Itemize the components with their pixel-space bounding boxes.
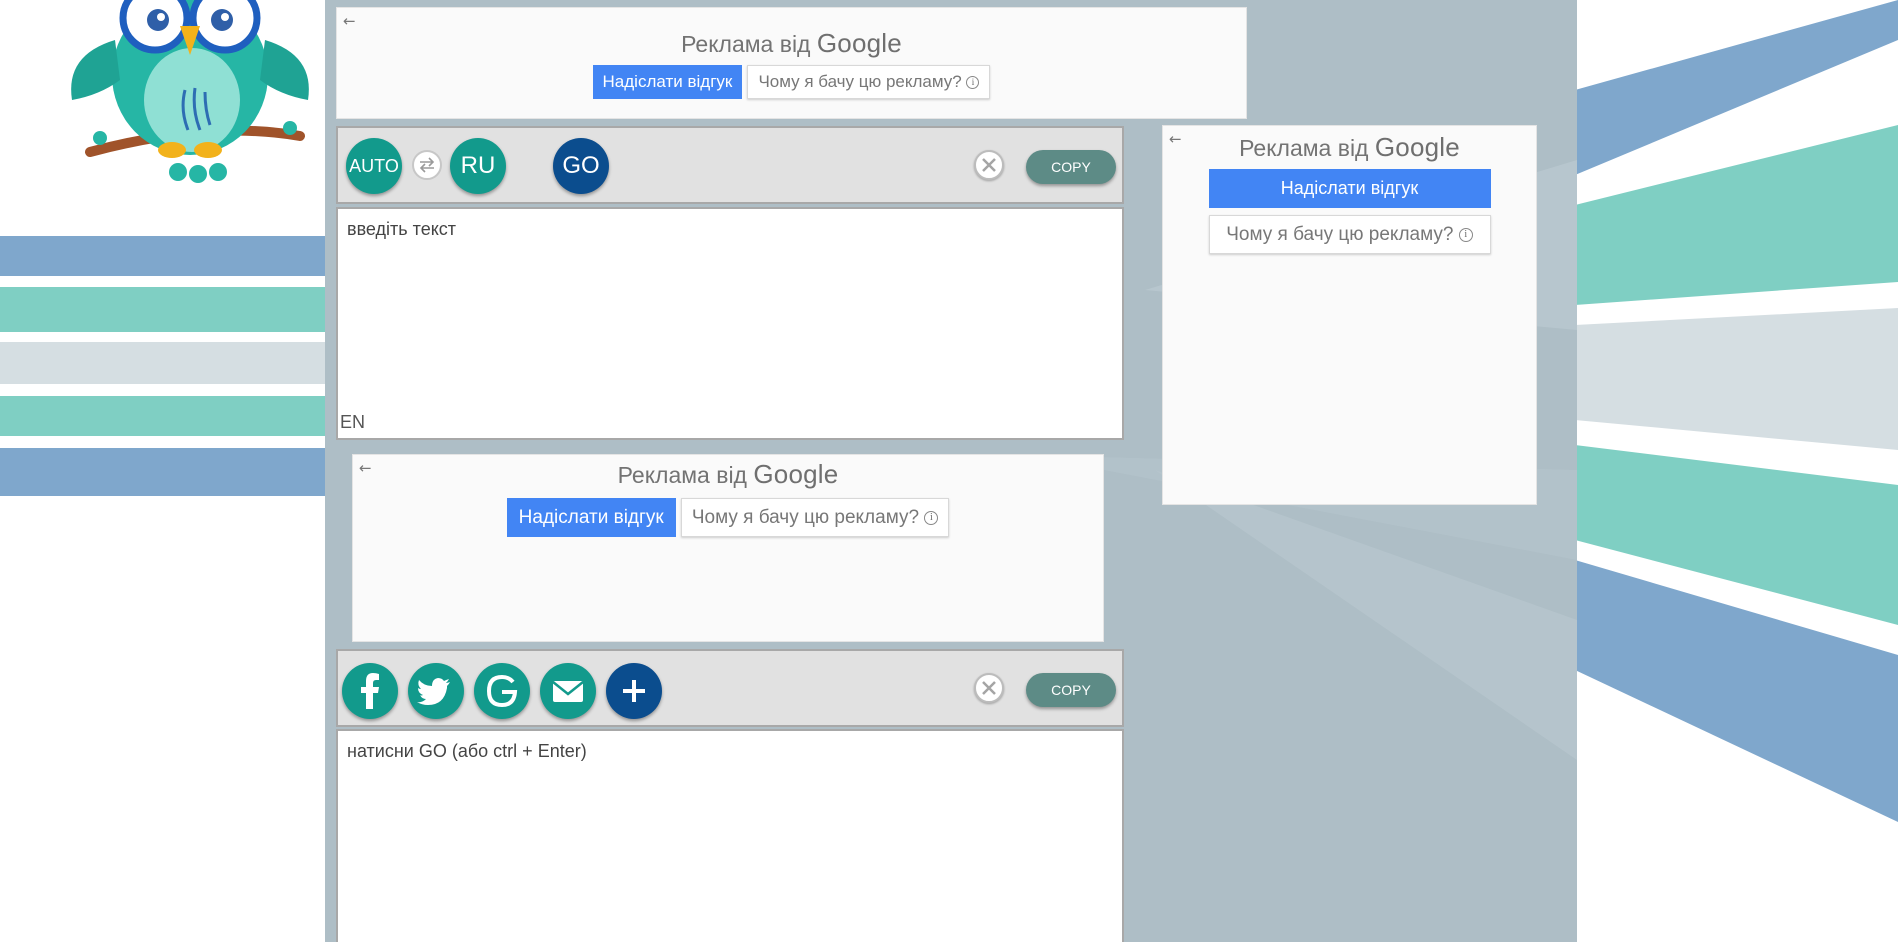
clear-input-button[interactable] [974, 150, 1004, 180]
google-icon [486, 674, 518, 708]
plus-icon [623, 680, 645, 702]
stripe-blue-bottom [0, 448, 325, 496]
share-toolbar: COPY [336, 649, 1124, 727]
stripe-teal-bottom [0, 396, 325, 436]
ad-why-button[interactable]: Чому я бачу цю рекламу? i [1208, 215, 1491, 254]
stripe-blue-top [0, 236, 325, 276]
mail-icon [552, 681, 584, 702]
ad-back-arrow-icon[interactable]: ← [359, 459, 372, 477]
share-email-button[interactable] [540, 663, 596, 719]
output-placeholder: натисни GO (або ctrl + Enter) [347, 741, 587, 761]
owl-logo [71, 0, 309, 183]
copy-input-button[interactable]: COPY [1026, 150, 1116, 184]
ad-feedback-button[interactable]: Надіслати відгук [592, 65, 743, 99]
clear-output-button[interactable] [974, 673, 1004, 703]
info-icon: i [966, 76, 980, 90]
source-language-button[interactable]: AUTO [346, 138, 402, 194]
twitter-icon [417, 678, 450, 705]
ad-brand: Реклама від Google [1239, 132, 1460, 162]
source-placeholder: введіть текст [347, 219, 457, 239]
share-twitter-button[interactable] [408, 663, 464, 719]
go-button[interactable]: GO [553, 138, 609, 194]
ad-feedback-button[interactable]: Надіслати відгук [1208, 169, 1491, 208]
ad-back-arrow-icon[interactable]: ← [1169, 130, 1182, 148]
ad-brand: Реклама від Google [617, 459, 839, 489]
swap-arrows-icon [419, 157, 435, 173]
copy-output-button[interactable]: COPY [1026, 673, 1116, 707]
ad-why-button[interactable]: Чому я бачу цю рекламу? i [747, 65, 991, 99]
ad-banner-middle[interactable]: ← Реклама від Google Надіслати відгук Чо… [352, 454, 1104, 642]
ad-brand: Реклама від Google [681, 28, 902, 58]
target-language-button[interactable]: RU [450, 138, 506, 194]
info-icon: i [1458, 227, 1473, 242]
close-icon [982, 681, 996, 695]
ad-banner-top[interactable]: ← Реклама від Google Надіслати відгук Чо… [336, 7, 1247, 119]
close-icon [982, 158, 996, 172]
translator-toolbar: AUTO RU GO COPY [336, 126, 1124, 204]
share-google-button[interactable] [474, 663, 530, 719]
stripe-teal-top [0, 287, 325, 332]
ad-back-arrow-icon[interactable]: ← [343, 12, 356, 30]
detected-language-label: EN [340, 412, 366, 432]
ad-why-button[interactable]: Чому я бачу цю рекламу? i [680, 498, 950, 537]
source-text-input[interactable]: введіть текст EN [336, 207, 1124, 440]
stripe-grey [0, 342, 325, 384]
facebook-icon [361, 673, 379, 709]
info-icon: i [924, 510, 939, 525]
share-more-button[interactable] [606, 663, 662, 719]
ad-banner-side[interactable]: ← Реклама від Google Надіслати відгук Чо… [1162, 125, 1537, 505]
swap-languages-button[interactable] [412, 150, 442, 180]
translation-output[interactable]: натисни GO (або ctrl + Enter) [336, 729, 1124, 942]
ad-feedback-button[interactable]: Надіслати відгук [506, 498, 676, 537]
decorative-rays [1575, 0, 1898, 822]
share-facebook-button[interactable] [342, 663, 398, 719]
